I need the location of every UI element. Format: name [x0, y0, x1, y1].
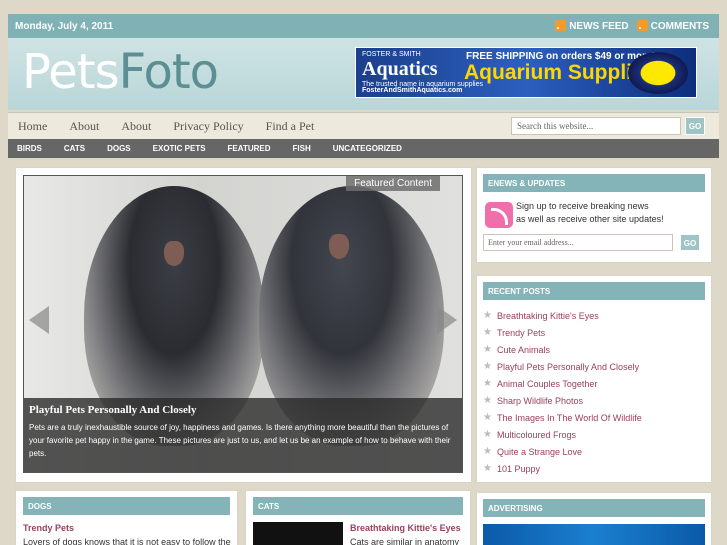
recent-posts-widget: RECENT POSTS ★ Breathtaking Kittie's Eyes…: [476, 275, 712, 483]
news-feed-link[interactable]: NEWS FEED: [555, 20, 629, 32]
list-item[interactable]: ★ 101 Puppy: [483, 461, 711, 478]
cat-uncategorized[interactable]: UNCATEGORIZED: [333, 144, 402, 153]
rss-icon: [636, 20, 648, 31]
slider-prev-arrow-icon[interactable]: [29, 306, 49, 334]
star-icon: ★: [483, 343, 492, 355]
list-item[interactable]: ★ Breathtaking Kittie's Eyes: [483, 307, 711, 324]
email-field[interactable]: Enter your email address...: [483, 234, 673, 251]
featured-slider[interactable]: Featured Content Playful Pets Personally…: [23, 175, 463, 473]
cat-dogs[interactable]: DOGS: [107, 144, 131, 153]
enews-title: ENEWS & UPDATES: [483, 174, 705, 192]
cats-title: CATS: [253, 497, 463, 515]
slide-caption: Playful Pets Personally And Closely Pets…: [24, 398, 462, 472]
star-icon: ★: [483, 463, 492, 475]
site-header: PetsFoto FOSTER & SMITH Aquatics The trust…: [8, 38, 719, 110]
advertising-widget: ADVERTISING: [476, 492, 712, 545]
star-icon: ★: [483, 326, 492, 338]
slide-text: Pets are a truly inexhaustible source of…: [29, 423, 451, 458]
featured-section: Featured Content Playful Pets Personally…: [15, 167, 472, 483]
nav-about-2[interactable]: About: [121, 119, 151, 134]
search-input[interactable]: Search this website...: [511, 117, 681, 135]
subscribe-go-button[interactable]: GO: [680, 234, 700, 251]
ad-url: FosterAndSmithAquatics.com: [362, 87, 463, 94]
slider-next-arrow-icon[interactable]: [437, 306, 457, 334]
beak: [329, 234, 349, 259]
cat-birds[interactable]: BIRDS: [17, 144, 42, 153]
nav-privacy-policy[interactable]: Privacy Policy: [173, 119, 243, 134]
dogs-post-title[interactable]: Trendy Pets: [23, 523, 230, 533]
slide-title[interactable]: Playful Pets Personally And Closely: [29, 404, 457, 416]
list-item[interactable]: ★ Quite a Strange Love: [483, 444, 711, 461]
main-nav: Home About About Privacy Policy Find a P…: [8, 112, 719, 139]
nav-about[interactable]: About: [69, 119, 99, 134]
nav-home[interactable]: Home: [18, 119, 47, 134]
cats-post-thumbnail[interactable]: [253, 522, 343, 545]
fish-image: [628, 52, 688, 94]
cats-widget: CATS Breathtaking Kittie's Eyes Cats are…: [245, 490, 471, 545]
feed-links: NEWS FEED COMMENTS: [555, 20, 709, 32]
recent-posts-title: RECENT POSTS: [483, 282, 705, 300]
star-icon: ★: [483, 446, 492, 458]
star-icon: ★: [483, 412, 492, 424]
list-item[interactable]: ★ Animal Couples Together: [483, 375, 711, 392]
list-item[interactable]: ★ The Images In The World Of Wildlife: [483, 410, 711, 427]
enews-widget: ENEWS & UPDATES Sign up to receive break…: [476, 167, 712, 263]
dogs-title: DOGS: [23, 497, 230, 515]
cat-featured[interactable]: FEATURED: [228, 144, 271, 153]
recent-posts-list: ★ Breathtaking Kittie's Eyes ★ Trendy Pets…: [477, 300, 711, 478]
advertising-title: ADVERTISING: [483, 499, 705, 517]
advertising-image[interactable]: [483, 524, 705, 545]
list-item[interactable]: ★ Multicoloured Frogs: [483, 427, 711, 444]
search-go-button[interactable]: GO: [685, 117, 705, 135]
date-text: Monday, July 4, 2011: [15, 21, 114, 32]
ad-headline: Aquarium Supplies: [464, 61, 656, 84]
cat-exotic-pets[interactable]: EXOTIC PETS: [153, 144, 206, 153]
cats-post-title[interactable]: Breathtaking Kittie's Eyes: [350, 523, 461, 533]
list-item[interactable]: ★ Sharp Wildlife Photos: [483, 392, 711, 409]
nav-find-a-pet[interactable]: Find a Pet: [266, 119, 315, 134]
cat-cats[interactable]: CATS: [64, 144, 85, 153]
featured-content-tag: Featured Content: [346, 176, 440, 191]
star-icon: ★: [483, 429, 492, 441]
enews-message: Sign up to receive breaking news as well …: [516, 201, 664, 224]
list-item[interactable]: ★ Playful Pets Personally And Closely: [483, 358, 711, 375]
comments-feed-link[interactable]: COMMENTS: [636, 20, 709, 32]
cat-fish[interactable]: FISH: [293, 144, 311, 153]
site-logo[interactable]: PetsFoto: [22, 44, 219, 100]
category-bar: BIRDS CATS DOGS EXOTIC PETS FEATURED FIS…: [8, 139, 719, 158]
star-icon: ★: [483, 395, 492, 407]
star-icon: ★: [483, 360, 492, 372]
rss-icon: [485, 202, 513, 228]
header-banner-ad[interactable]: FOSTER & SMITH Aquatics The trusted name i…: [355, 47, 697, 98]
top-bar: Monday, July 4, 2011 NEWS FEED COMMENTS: [8, 14, 719, 38]
rss-icon: [555, 20, 567, 31]
star-icon: ★: [483, 377, 492, 389]
beak: [164, 241, 184, 266]
list-item[interactable]: ★ Trendy Pets: [483, 324, 711, 341]
dogs-post-excerpt: Lovers of dogs knows that it is not easy…: [23, 537, 231, 545]
star-icon: ★: [483, 309, 492, 321]
dogs-widget: DOGS Trendy Pets Lovers of dogs knows th…: [15, 490, 238, 545]
list-item[interactable]: ★ Cute Animals: [483, 341, 711, 358]
cats-post-excerpt: Cats are similar in anatomy: [350, 537, 460, 545]
